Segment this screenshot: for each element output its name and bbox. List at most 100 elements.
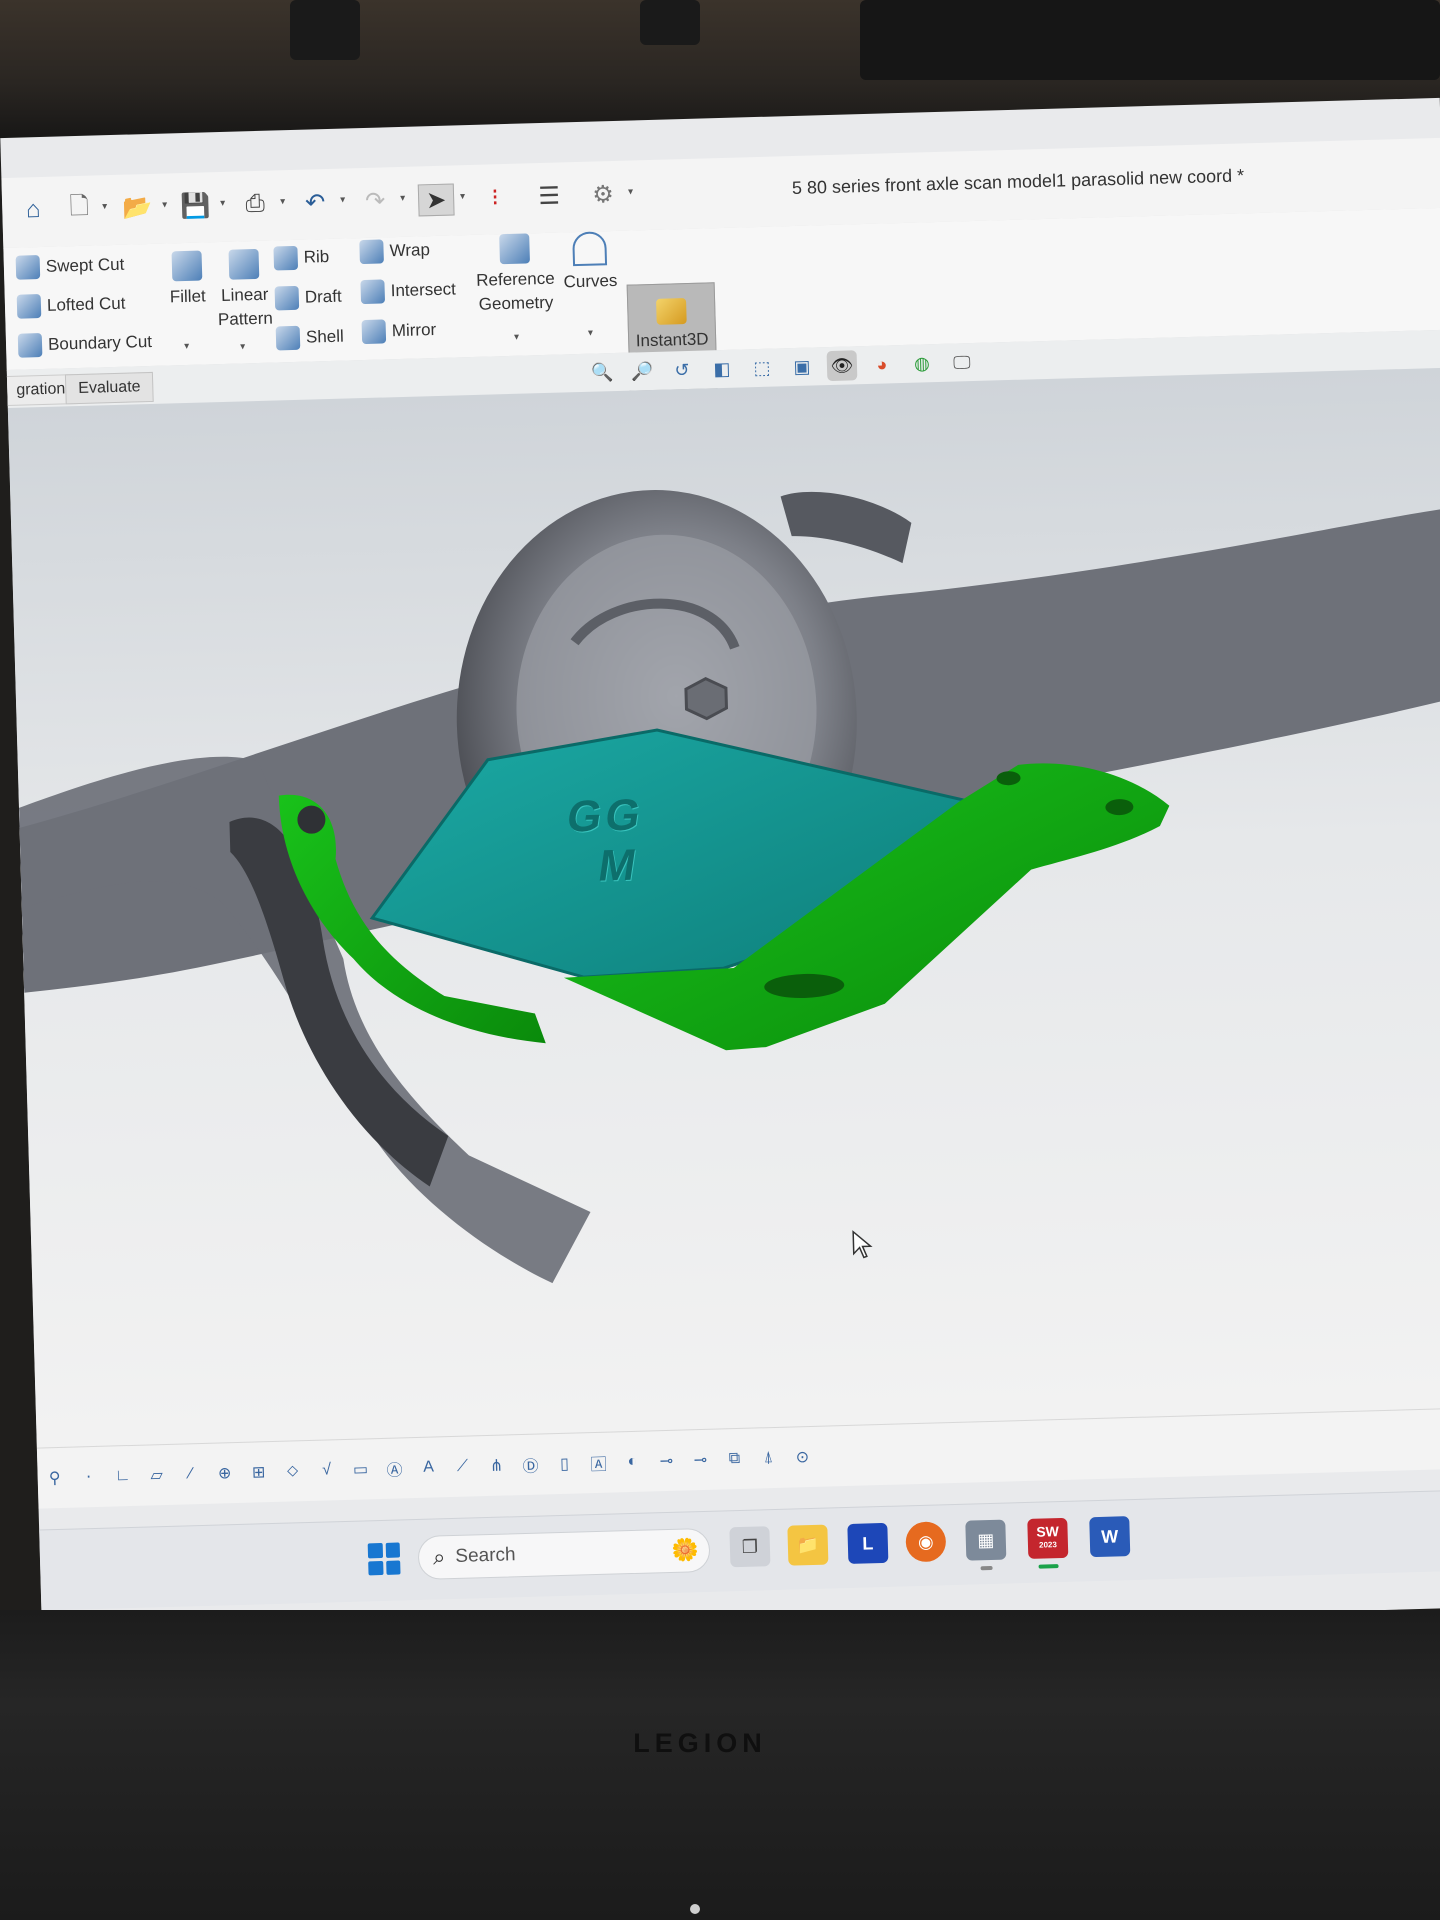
filter-clear-icon[interactable]: ⊙ (791, 1446, 814, 1469)
file-explorer-icon[interactable]: 📁 (787, 1524, 829, 1566)
filter-edges-icon[interactable]: ∟ (111, 1465, 134, 1488)
filter-block-icon[interactable]: ▯ (553, 1453, 576, 1476)
zoom-to-fit-icon[interactable]: 🔍 (587, 357, 618, 388)
filter-note-icon[interactable]: Ⓐ (383, 1457, 406, 1480)
filter-weld-icon[interactable]: ⋔ (485, 1454, 508, 1477)
hide-show-items-icon[interactable]: 👁 (826, 350, 858, 382)
view-orientation-icon[interactable]: ⬚ (747, 353, 778, 384)
filter-icon[interactable]: ⚲ (43, 1467, 66, 1490)
swept-cut-icon (15, 255, 41, 280)
windows-logo-icon (385, 1559, 401, 1575)
laptop-bezel: LEGION (0, 1610, 1440, 1920)
fillet-button[interactable]: Fillet (164, 250, 212, 309)
word-icon[interactable]: W (1089, 1516, 1131, 1558)
lofted-cut-button[interactable]: Lofted Cut (16, 292, 126, 319)
engraving-text-line1: GG (563, 790, 648, 842)
firefox-icon[interactable]: ◉ (905, 1521, 947, 1563)
swept-cut-button[interactable]: Swept Cut (15, 253, 125, 280)
linear-pattern-label-line2: Pattern (217, 308, 274, 330)
rib-button[interactable]: Rib (273, 245, 329, 271)
windows-logo-icon (385, 1542, 401, 1558)
mirror-button[interactable]: Mirror (361, 318, 437, 345)
print-icon[interactable]: ⎙ (238, 189, 273, 220)
rebuild-traffic-light-icon[interactable]: ⁝ (478, 182, 513, 213)
filter-mate-icon[interactable]: ⧉ (723, 1448, 746, 1471)
windows-taskbar: ⌕ Search 🌼 ❐ 📁 L ◉ ▦ SW 2023 W (39, 1489, 1440, 1611)
filter-points-icon[interactable]: ⊕ (213, 1462, 236, 1485)
edit-appearance-icon[interactable]: ◕ (867, 349, 898, 380)
solidworks-icon[interactable]: SW 2023 (1027, 1517, 1069, 1559)
start-button[interactable] (367, 1542, 401, 1576)
chevron-down-icon[interactable]: ▾ (184, 341, 189, 352)
filter-faces-icon[interactable]: ▱ (145, 1464, 168, 1487)
filter-point-icon[interactable]: ⊸ (689, 1449, 712, 1472)
calculator-icon[interactable]: ▦ (965, 1519, 1007, 1561)
filter-annotation-icon[interactable]: A (417, 1456, 440, 1479)
task-view-icon[interactable]: ❐ (729, 1526, 771, 1568)
shell-button[interactable]: Shell (275, 325, 344, 351)
filter-check-icon[interactable]: √ (315, 1459, 338, 1482)
previous-view-icon[interactable]: ↺ (667, 355, 698, 386)
filter-datum-icon[interactable]: Ⓓ (519, 1454, 542, 1477)
view-settings-icon[interactable]: 🖵 (947, 347, 978, 378)
filter-text-icon[interactable]: 🄰 (587, 1452, 610, 1475)
select-cursor-icon[interactable]: ➤ (417, 183, 455, 217)
chevron-down-icon[interactable]: ▾ (240, 341, 245, 352)
wrap-button[interactable]: Wrap (359, 238, 431, 265)
chevron-down-icon[interactable]: ▾ (102, 201, 107, 212)
chevron-down-icon[interactable]: ▾ (340, 194, 345, 205)
filter-table-icon[interactable]: ▭ (349, 1458, 372, 1481)
graphics-area[interactable]: GG M (7, 367, 1440, 1448)
section-view-icon[interactable]: ◧ (707, 354, 738, 385)
filter-surface-icon[interactable]: ⊞ (247, 1461, 270, 1484)
undo-icon[interactable]: ↶ (298, 187, 333, 218)
lofted-cut-icon (16, 294, 42, 319)
save-icon[interactable]: 💾 (178, 190, 213, 221)
model-view (18, 490, 1440, 1284)
filter-connection-icon[interactable]: ⊸ (655, 1450, 678, 1473)
boundary-cut-button[interactable]: Boundary Cut (17, 330, 153, 358)
search-highlight-flower-icon: 🌼 (671, 1537, 700, 1563)
curves-button[interactable]: Curves (559, 231, 621, 295)
reference-geometry-button[interactable]: Reference Geometry (473, 233, 557, 317)
chevron-down-icon[interactable]: ▾ (162, 199, 167, 210)
zoom-to-area-icon[interactable]: 🔎 (627, 356, 658, 387)
gear-icon[interactable]: ⚙ (586, 179, 621, 210)
intersect-button[interactable]: Intersect (360, 277, 457, 305)
search-icon: ⌕ (432, 1544, 446, 1570)
display-style-icon[interactable]: ▣ (787, 351, 818, 382)
filter-line-icon[interactable]: ⟋ (451, 1455, 474, 1478)
instant3d-icon (656, 298, 687, 325)
chevron-down-icon[interactable]: ▾ (220, 198, 225, 209)
filter-sketch-icon[interactable]: ∕ (179, 1463, 202, 1486)
chevron-down-icon[interactable]: ▾ (280, 196, 285, 207)
background-object (290, 0, 360, 60)
chevron-down-icon[interactable]: ▾ (628, 186, 633, 197)
app-l-icon[interactable]: L (847, 1522, 889, 1564)
boundary-cut-icon (17, 333, 43, 358)
reference-geometry-label-line1: Reference (475, 268, 555, 290)
wrap-icon (359, 239, 384, 265)
filter-center-mark-icon[interactable]: ◐ (621, 1451, 644, 1474)
home-icon[interactable]: ⌂ (16, 195, 51, 226)
apply-scene-icon[interactable]: ◍ (907, 348, 938, 379)
file-properties-icon[interactable]: ☰ (532, 180, 567, 211)
draft-button[interactable]: Draft (274, 285, 342, 311)
intersect-label: Intersect (390, 279, 457, 301)
linear-pattern-button[interactable]: Linear Pattern (213, 248, 275, 333)
chevron-down-icon[interactable]: ▾ (400, 193, 405, 204)
redo-icon[interactable]: ↷ (358, 185, 393, 216)
chevron-down-icon[interactable]: ▾ (588, 328, 593, 339)
open-folder-icon[interactable]: 📂 (120, 192, 155, 223)
filter-toggle-icon[interactable]: ⍋ (757, 1447, 780, 1470)
swept-cut-label: Swept Cut (45, 254, 125, 276)
tab-evaluate[interactable]: Evaluate (64, 371, 154, 405)
wrap-label: Wrap (389, 240, 431, 261)
filter-vertices-icon[interactable]: ⋅ (77, 1466, 100, 1489)
chevron-down-icon[interactable]: ▾ (460, 191, 465, 202)
filter-dimension-icon[interactable]: ⬦ (281, 1460, 304, 1483)
new-document-icon[interactable]: 🗋 (62, 192, 97, 224)
chevron-down-icon[interactable]: ▾ (514, 332, 519, 343)
brand-logo-text: LEGION (633, 1728, 767, 1758)
taskbar-search-box[interactable]: ⌕ Search 🌼 (417, 1527, 711, 1580)
